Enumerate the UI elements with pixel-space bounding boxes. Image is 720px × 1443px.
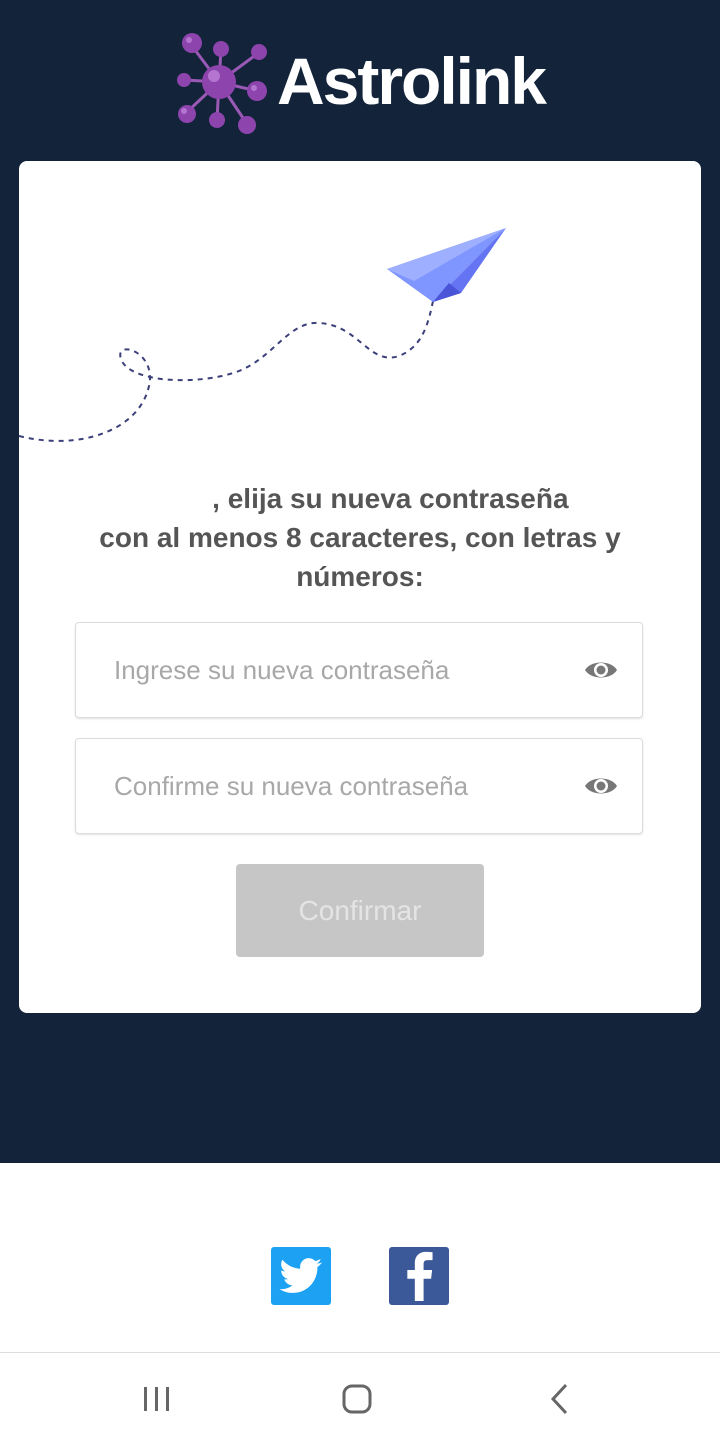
show-confirm-password-eye-icon[interactable]: [584, 774, 618, 798]
twitter-icon: [279, 1258, 322, 1293]
show-password-eye-icon[interactable]: [584, 658, 618, 682]
home-icon[interactable]: [337, 1379, 377, 1419]
logo-wordmark: Astrolink: [276, 44, 547, 118]
facebook-link[interactable]: [389, 1247, 449, 1305]
header-section: Astrolink Hola, elija su nueva contraseñ…: [0, 0, 720, 1163]
confirm-button[interactable]: Confirmar: [236, 864, 484, 957]
instruction-text: Hola, elija su nueva contraseña con al m…: [59, 479, 661, 596]
new-password-field: [75, 622, 643, 718]
paper-plane-illustration: [19, 228, 506, 442]
facebook-icon: [407, 1251, 433, 1301]
back-icon[interactable]: [540, 1379, 580, 1419]
reset-password-card: Hola, elija su nueva contraseña con al m…: [19, 161, 701, 1013]
molecule-logo-icon: [176, 33, 267, 134]
brand-logo: Astrolink: [0, 26, 720, 136]
instruction-line-1: , elija su nueva contraseña: [212, 483, 569, 514]
system-navigation-bar: [0, 1352, 720, 1443]
confirm-password-input[interactable]: [114, 739, 554, 833]
new-password-input[interactable]: [114, 623, 554, 717]
confirm-password-field: [75, 738, 643, 834]
hidden-username: Hola: [151, 483, 213, 514]
recent-apps-icon[interactable]: [137, 1379, 177, 1419]
instruction-line-2: con al menos 8 caracteres, con letras y …: [99, 522, 621, 592]
twitter-link[interactable]: [271, 1247, 331, 1305]
